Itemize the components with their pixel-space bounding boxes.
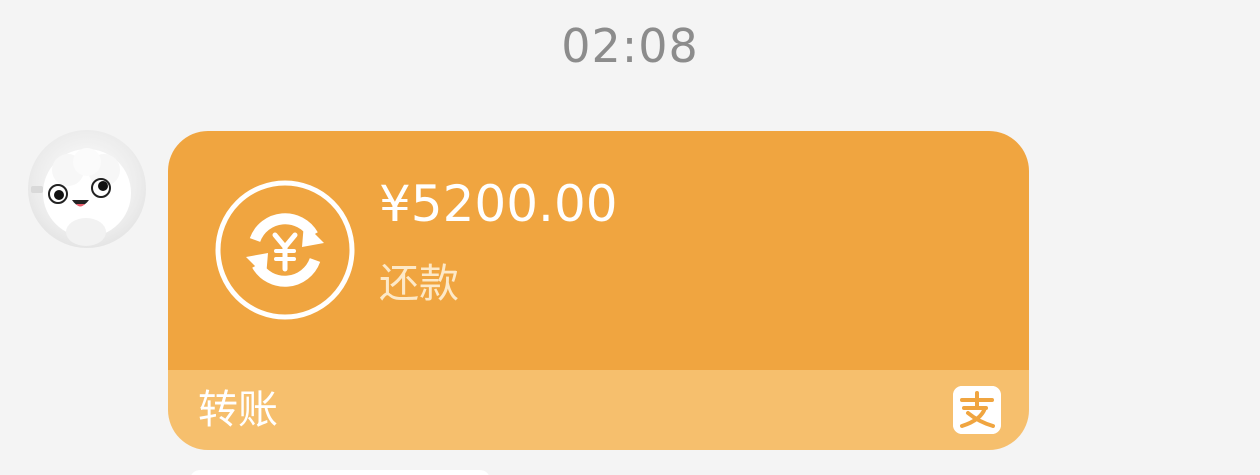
sender-avatar[interactable] (28, 130, 146, 248)
cartoon-sheep-avatar-icon (31, 148, 131, 246)
transfer-card-body[interactable]: ¥5200.00 还款 (168, 131, 1029, 370)
transfer-message-card[interactable]: ¥5200.00 还款 转账 (168, 131, 1029, 450)
transfer-type-label: 转账 (198, 387, 278, 433)
alipay-icon (953, 386, 1001, 434)
transfer-card-footer: 转账 (168, 370, 1029, 450)
refund-yuan-icon (215, 180, 355, 320)
message-timestamp: 02:08 (561, 19, 699, 73)
chat-screen: 02:08 ¥5200.00 还款 转账 (0, 0, 1260, 475)
next-message-bubble (190, 470, 490, 475)
transfer-amount: ¥5200.00 (379, 175, 618, 233)
transfer-memo: 还款 (379, 261, 459, 307)
